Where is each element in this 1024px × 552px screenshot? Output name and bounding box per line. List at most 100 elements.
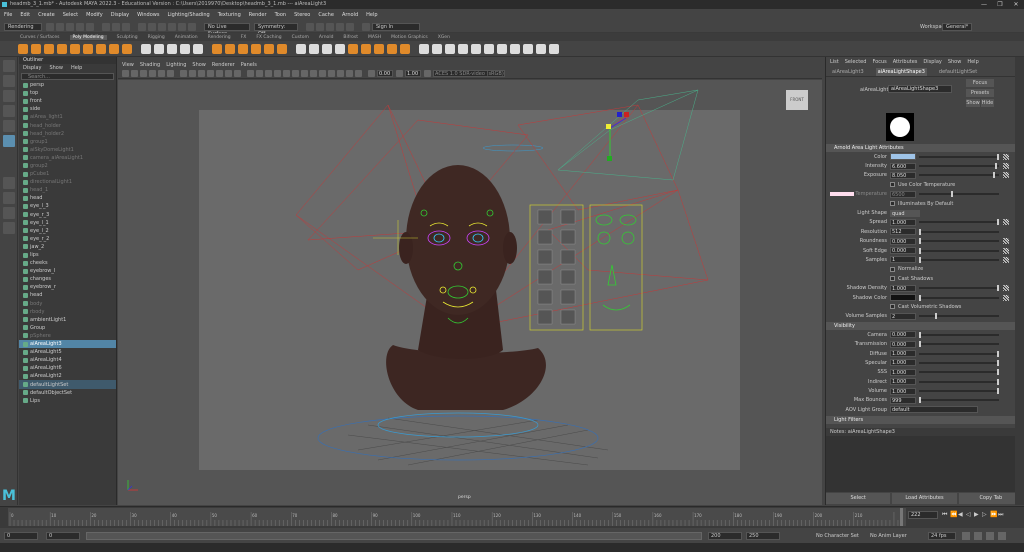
shelf-tab-motion-graphics[interactable]: Motion Graphics (391, 35, 428, 40)
outliner-item[interactable]: changes (19, 275, 116, 283)
attr-value-field[interactable]: 6.600 (890, 162, 916, 170)
shelf-tab-curves-surfaces[interactable]: Curves / Surfaces (20, 35, 60, 40)
bookmark-icon[interactable] (140, 70, 147, 77)
outliner-item[interactable]: defaultObjectSet (19, 389, 116, 397)
attr-slider[interactable] (919, 256, 999, 263)
outliner-item[interactable]: defaultLightSet (19, 380, 116, 389)
attr-slider[interactable] (919, 153, 1000, 160)
wireframe-icon[interactable] (247, 70, 254, 77)
slider-knob[interactable] (919, 238, 921, 245)
connect-icon[interactable] (322, 43, 332, 54)
attr-value-field[interactable]: 1.000 (890, 368, 916, 376)
menu-display[interactable]: Display (111, 12, 129, 18)
shelf-tab-xgen[interactable]: XGen (438, 35, 450, 40)
attr-slider[interactable] (919, 238, 999, 245)
shelf-tab-sculpting[interactable]: Sculpting (117, 35, 138, 40)
planar-map-icon[interactable] (484, 43, 494, 54)
snap-grid-icon[interactable] (138, 22, 146, 31)
outliner-item[interactable]: eye_r_2 (19, 235, 116, 243)
lasso-tool-icon[interactable] (2, 75, 15, 87)
menu-cache[interactable]: Cache (318, 12, 334, 18)
poly-disc-icon[interactable] (96, 43, 106, 54)
outliner-item[interactable]: jaw_2 (19, 243, 116, 251)
boolean-icon[interactable] (180, 43, 190, 54)
render-icon[interactable] (306, 22, 314, 31)
attr-slider[interactable] (919, 341, 999, 348)
viewport-menu-panels[interactable]: Panels (241, 62, 257, 68)
step-forward-key-icon[interactable]: ⏩ (990, 511, 998, 519)
attr-slider[interactable] (919, 397, 999, 404)
outliner-item[interactable]: eye_r_3 (19, 211, 116, 219)
workspace-dropdown[interactable]: General* (942, 22, 972, 31)
anim-layer-dropdown[interactable]: No Anim Layer (870, 533, 907, 539)
poly-torus-icon[interactable] (70, 43, 80, 54)
flip-icon[interactable] (432, 43, 442, 54)
shelf-tab-fx-caching[interactable]: FX Caching (256, 35, 281, 40)
symmetrize-icon[interactable] (445, 43, 455, 54)
attr-tab[interactable]: defaultLightSet (937, 68, 979, 76)
gate-mask-icon[interactable] (207, 70, 214, 77)
xray-icon[interactable] (337, 70, 344, 77)
map-texture-icon[interactable] (1003, 256, 1009, 263)
menu-select[interactable]: Select (63, 12, 78, 18)
extrude-icon[interactable] (212, 43, 222, 54)
map-texture-icon[interactable] (1003, 163, 1009, 170)
close-button[interactable]: ✕ (1008, 0, 1024, 9)
map-texture-icon[interactable] (1003, 294, 1009, 301)
attr-value-field[interactable]: 999 (890, 396, 916, 404)
slider-knob[interactable] (919, 256, 921, 263)
outliner-item[interactable]: side (19, 105, 116, 113)
outliner-item[interactable]: aiAreaLight5 (19, 348, 116, 356)
poly-plane-icon[interactable] (83, 43, 93, 54)
separate-icon[interactable] (154, 43, 164, 54)
step-back-key-icon[interactable]: ⏪ (950, 511, 958, 519)
attr-value-field[interactable]: 0.000 (890, 247, 916, 255)
outliner-item[interactable]: directionalLight1 (19, 178, 116, 186)
slide-edge-icon[interactable] (419, 43, 429, 54)
attr-value-field[interactable]: 512 (890, 228, 916, 236)
scale-tool-icon[interactable] (2, 135, 15, 147)
attr-menu-show[interactable]: Show (948, 59, 962, 65)
safe-action-icon[interactable] (225, 70, 232, 77)
snap-surface-icon[interactable] (178, 22, 186, 31)
average-icon[interactable] (458, 43, 468, 54)
image-plane-icon[interactable] (149, 70, 156, 77)
fps-dropdown[interactable]: 24 fps (928, 532, 956, 540)
attr-slider[interactable] (919, 172, 999, 179)
outliner-item[interactable]: Group (19, 324, 116, 332)
menu-edit[interactable]: Edit (20, 12, 30, 18)
safe-title-icon[interactable] (234, 70, 241, 77)
section-light-filters[interactable]: Light Filters (826, 415, 1024, 424)
bevel-icon[interactable] (238, 43, 248, 54)
current-frame-marker[interactable] (900, 508, 903, 526)
snap-curve-icon[interactable] (148, 22, 156, 31)
outliner-item[interactable]: aiAreaLight6 (19, 364, 116, 372)
slider-knob[interactable] (919, 228, 921, 235)
insert-loop-icon[interactable] (374, 43, 384, 54)
target-weld-icon[interactable] (309, 43, 319, 54)
outliner-item[interactable]: eyebrow_r (19, 283, 116, 291)
attr-slider[interactable] (919, 388, 1000, 395)
symmetry-dropdown[interactable]: Symmetry: Off (254, 22, 298, 37)
unfold-icon[interactable] (510, 43, 520, 54)
outliner-item[interactable]: front (19, 97, 116, 105)
menu-file[interactable]: File (4, 12, 12, 18)
shelf-tab-bifrost[interactable]: Bifrost (343, 35, 358, 40)
view-transform-dropdown[interactable]: ACES 1.0 SDR-video (sRGB) (433, 70, 505, 77)
paint-select-icon[interactable] (2, 90, 15, 102)
user-icon[interactable] (362, 22, 370, 31)
outliner-item[interactable]: aiSkyDomeLight1 (19, 146, 116, 154)
attr-menu-display[interactable]: Display (923, 59, 941, 65)
volume-samples-slider[interactable] (919, 313, 999, 320)
menu-create[interactable]: Create (38, 12, 55, 18)
single-view-icon[interactable] (2, 177, 15, 189)
select-tool-icon[interactable] (2, 60, 15, 72)
cut-uv-icon[interactable] (536, 43, 546, 54)
step-forward-icon[interactable]: ▷ (982, 511, 990, 519)
platonic-solid-icon[interactable] (109, 43, 119, 54)
shelf-tab-poly-modeling[interactable]: Poly Modeling (69, 34, 107, 40)
2d-pan-zoom-icon[interactable] (158, 70, 165, 77)
select-hierarchy-icon[interactable] (102, 22, 110, 31)
viewport-menu-renderer[interactable]: Renderer (212, 62, 235, 68)
anim-prefs-icon[interactable] (974, 532, 982, 540)
